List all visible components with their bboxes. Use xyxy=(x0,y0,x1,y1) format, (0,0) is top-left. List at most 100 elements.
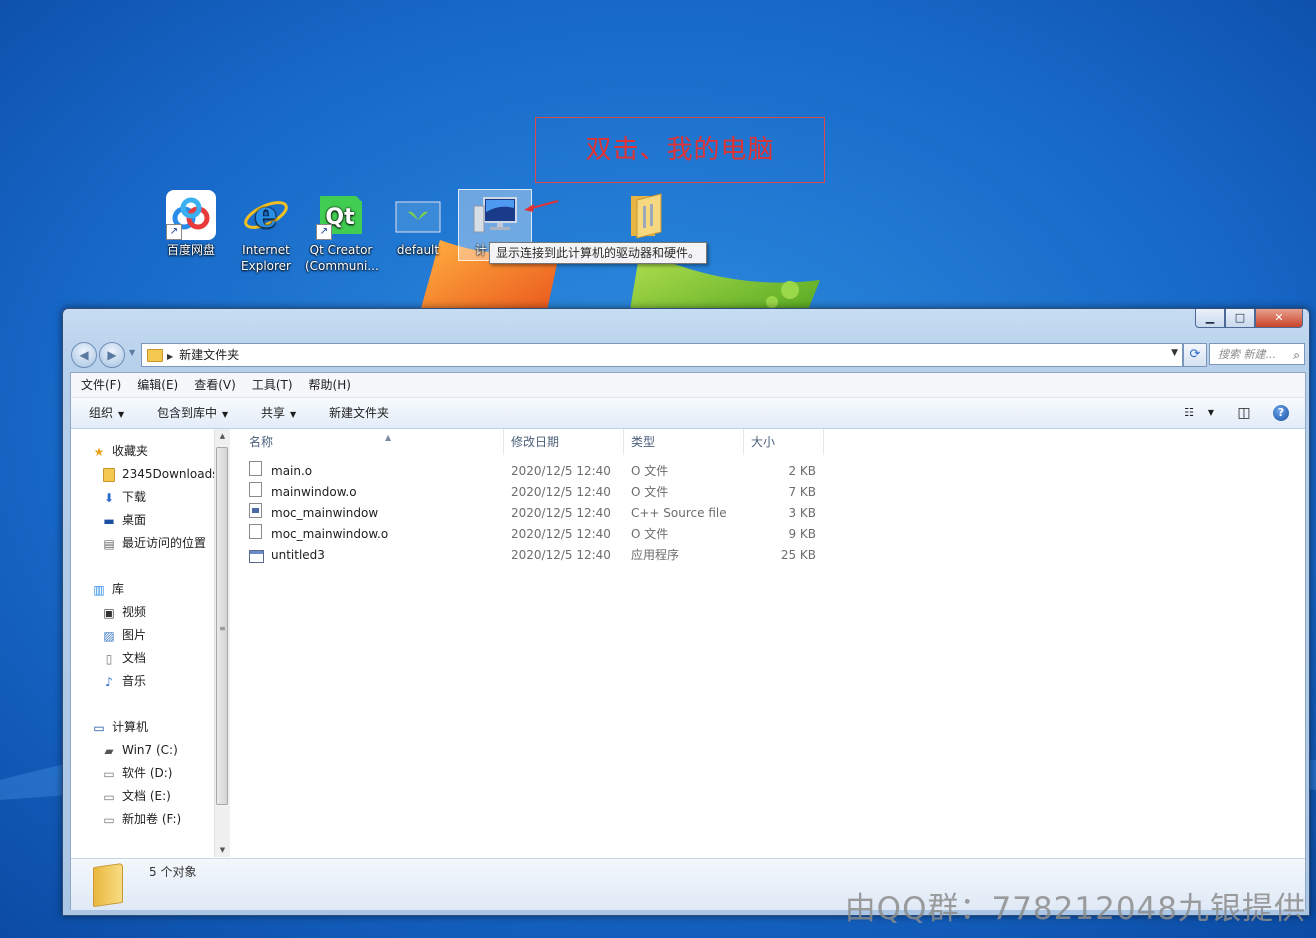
nav-label: 最近访问的位置 xyxy=(122,536,207,550)
nav-computer[interactable]: ▭ 计算机 xyxy=(91,717,148,737)
preview-pane-icon[interactable]: ◫ xyxy=(1234,403,1254,423)
breadcrumb-separator-icon[interactable]: ▶ xyxy=(167,352,173,361)
computer-monitor-icon xyxy=(470,190,520,240)
nav-item-pictures[interactable]: ▨ 图片 xyxy=(101,625,146,645)
download-folder-icon: ⬇ xyxy=(103,490,115,505)
new-folder-button[interactable]: 新建文件夹 xyxy=(329,398,389,428)
address-bar[interactable]: ▶ 新建文件夹 ▼ xyxy=(141,343,1183,367)
search-input[interactable]: 搜索 新建... ⌕ xyxy=(1209,343,1305,365)
nav-label: 音乐 xyxy=(122,674,147,688)
close-button[interactable]: ✕ xyxy=(1255,309,1303,328)
search-placeholder: 搜索 新建... xyxy=(1218,348,1276,361)
file-row[interactable]: moc_mainwindow 2020/12/5 12:40 C++ Sourc… xyxy=(249,503,819,524)
file-size: 3 KB xyxy=(788,506,816,520)
nav-item-music[interactable]: ♪ 音乐 xyxy=(101,671,146,691)
column-header-type[interactable]: 类型 xyxy=(631,429,744,455)
nav-item-desktop[interactable]: ▬ 桌面 xyxy=(101,510,146,530)
refresh-icon: ⟳ xyxy=(1189,347,1201,362)
nav-item-drive-d[interactable]: ▭ 软件 (D:) xyxy=(101,763,172,783)
desktop-icon: ▬ xyxy=(103,513,115,528)
caret-down-icon: ▼ xyxy=(222,410,229,419)
library-icon: ▥ xyxy=(93,582,105,597)
nav-label: 新加卷 (F:) xyxy=(122,812,182,826)
explorer-body: 文件(F) 编辑(E) 查看(V) 工具(T) 帮助(H) 组织 ▼ 包含到库中 ▼ 共享 ▼… xyxy=(70,372,1306,910)
file-type: C++ Source file xyxy=(631,506,727,520)
file-name: main.o xyxy=(271,464,313,478)
back-button[interactable]: ◀ xyxy=(71,342,97,368)
menu-tools[interactable]: 工具(T) xyxy=(244,373,301,397)
desktop-icon-baidu-netdisk[interactable]: ↗ 百度网盘 xyxy=(155,190,227,258)
desktop-icon-qt-creator[interactable]: Qt ↗ Qt Creator (Communi... xyxy=(305,190,379,274)
file-date: 2020/12/5 12:40 xyxy=(511,527,611,541)
watermark: 由QQ群：778212048九银提供 xyxy=(844,891,1306,927)
nav-item-drive-c[interactable]: ▰ Win7 (C:) xyxy=(101,740,177,760)
share-button[interactable]: 共享 ▼ xyxy=(261,398,296,430)
nav-item-drive-f[interactable]: ▭ 新加卷 (F:) xyxy=(101,809,181,829)
command-bar: 组织 ▼ 包含到库中 ▼ 共享 ▼ 新建文件夹 ☷ ▼ ◫ ? xyxy=(71,398,1305,429)
column-label: 名称 xyxy=(249,435,274,449)
menu-help[interactable]: 帮助(H) xyxy=(301,373,359,397)
nav-label: 计算机 xyxy=(112,720,149,734)
column-header-size[interactable]: 大小 xyxy=(751,429,824,455)
menu-file[interactable]: 文件(F) xyxy=(71,373,129,397)
desktop-icon-folder[interactable] xyxy=(610,190,682,242)
file-date: 2020/12/5 12:40 xyxy=(511,485,611,499)
file-name: mainwindow.o xyxy=(271,485,357,499)
menu-edit[interactable]: 编辑(E) xyxy=(129,373,186,397)
scroll-down-icon[interactable]: ▼ xyxy=(215,843,230,857)
nav-label: 桌面 xyxy=(122,513,147,527)
desktop-icon-internet-explorer[interactable]: e Internet Explorer xyxy=(230,190,302,274)
file-type: O 文件 xyxy=(631,527,669,541)
nav-label: 图片 xyxy=(122,628,147,642)
column-header-date[interactable]: 修改日期 xyxy=(511,429,624,455)
nav-item-drive-e[interactable]: ▭ 文档 (E:) xyxy=(101,786,170,806)
breadcrumb-item[interactable]: 新建文件夹 xyxy=(179,348,239,362)
file-size: 7 KB xyxy=(788,485,816,499)
forward-button[interactable]: ▶ xyxy=(99,342,125,368)
file-size: 25 KB xyxy=(780,548,816,562)
include-library-button[interactable]: 包含到库中 ▼ xyxy=(157,398,228,430)
grip-icon: ≡ xyxy=(219,624,226,633)
nav-item-downloads[interactable]: ⬇ 下载 xyxy=(101,487,146,507)
view-dropdown-icon[interactable]: ▼ xyxy=(1201,403,1221,423)
minimize-button[interactable]: ▁ xyxy=(1195,309,1225,328)
nav-item-documents[interactable]: ▯ 文档 xyxy=(101,648,146,668)
desktop-icon-default[interactable]: default xyxy=(382,190,454,258)
nav-favorites[interactable]: ★ 收藏夹 xyxy=(91,441,148,461)
nav-label: 收藏夹 xyxy=(112,444,149,458)
maximize-button[interactable]: □ xyxy=(1225,309,1255,328)
music-icon: ♪ xyxy=(105,674,113,689)
help-icon[interactable]: ? xyxy=(1273,405,1289,421)
scroll-up-icon[interactable]: ▲ xyxy=(215,429,230,443)
scroll-thumb[interactable]: ≡ xyxy=(216,447,228,805)
desktop-icon-label: (Communi... xyxy=(305,259,379,273)
address-dropdown-icon[interactable]: ▼ xyxy=(1171,348,1178,358)
caption-buttons: ▁ □ ✕ xyxy=(1195,309,1303,328)
desktop-icon-label: 百度网盘 xyxy=(166,243,215,257)
nav-item-recent-places[interactable]: ▤ 最近访问的位置 xyxy=(101,533,206,553)
file-row[interactable]: untitled3 2020/12/5 12:40 应用程序 25 KB xyxy=(249,545,819,566)
view-options-icon[interactable]: ☷ xyxy=(1179,403,1199,423)
caret-down-icon: ▼ xyxy=(290,410,297,419)
menu-view[interactable]: 查看(V) xyxy=(186,373,244,397)
file-row[interactable]: moc_mainwindow.o 2020/12/5 12:40 O 文件 9 … xyxy=(249,524,819,545)
recent-places-icon: ▤ xyxy=(103,536,115,551)
nav-pane-scrollbar[interactable]: ▲ ≡ ▼ xyxy=(214,429,230,857)
nav-libraries[interactable]: ▥ 库 xyxy=(91,579,124,599)
nav-item-2345downloads[interactable]: 2345Downloads xyxy=(101,464,218,484)
search-icon[interactable]: ⌕ xyxy=(1293,344,1300,366)
column-header-name[interactable]: 名称 ▲ xyxy=(249,429,504,455)
column-label: 类型 xyxy=(631,435,656,449)
drive-icon: ▭ xyxy=(103,766,115,781)
file-type: O 文件 xyxy=(631,464,669,478)
organize-button[interactable]: 组织 ▼ xyxy=(89,398,124,430)
file-row[interactable]: main.o 2020/12/5 12:40 O 文件 2 KB xyxy=(249,461,819,482)
nav-item-videos[interactable]: ▣ 视频 xyxy=(101,602,146,622)
caret-down-icon: ▼ xyxy=(118,410,125,419)
recent-pages-dropdown-icon[interactable]: ▼ xyxy=(129,348,135,357)
file-date: 2020/12/5 12:40 xyxy=(511,548,611,562)
refresh-button[interactable]: ⟳ xyxy=(1183,343,1207,367)
file-size: 9 KB xyxy=(788,527,816,541)
file-row[interactable]: mainwindow.o 2020/12/5 12:40 O 文件 7 KB xyxy=(249,482,819,503)
column-label: 大小 xyxy=(751,435,776,449)
